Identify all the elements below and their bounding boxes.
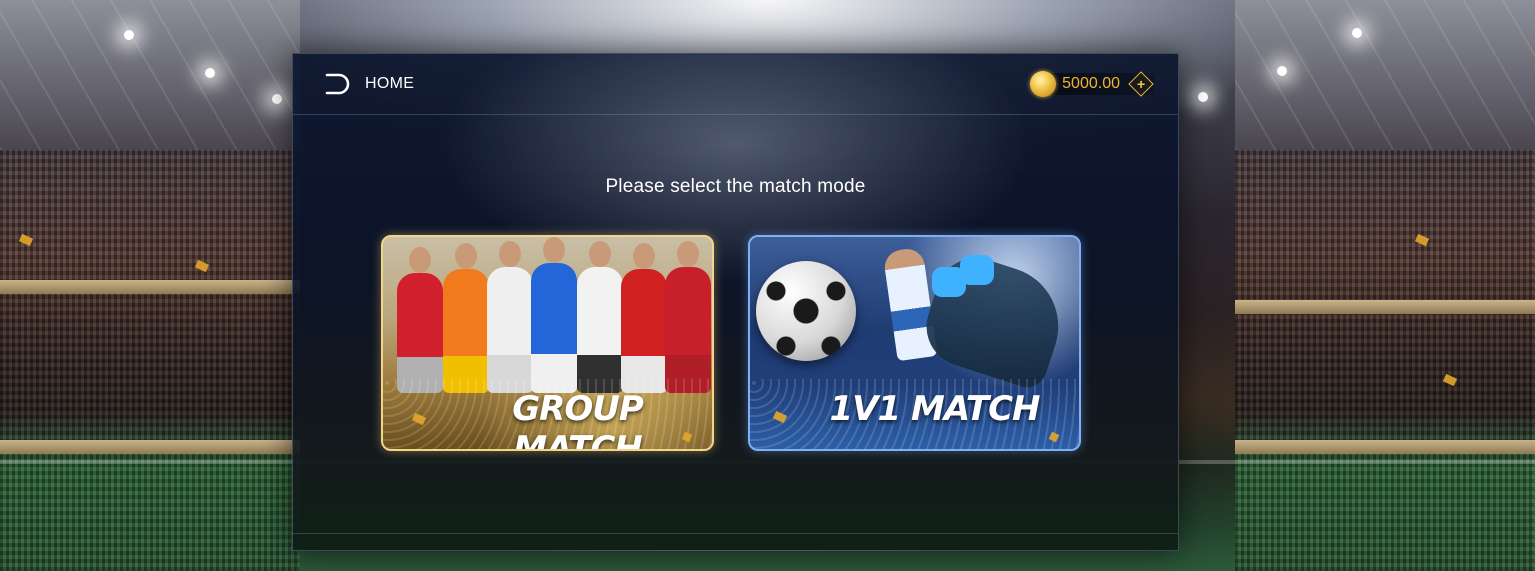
player-figure bbox=[621, 243, 667, 393]
striker-figure bbox=[882, 246, 938, 362]
floodlight bbox=[1352, 28, 1362, 38]
player-figure bbox=[487, 241, 533, 393]
match-mode-prompt: Please select the match mode bbox=[605, 176, 866, 197]
1v1-match-label: 1V1 MATCH bbox=[829, 389, 1041, 429]
plus-diamond-icon: + bbox=[1136, 76, 1146, 92]
stand-tier-left-lower bbox=[0, 440, 300, 454]
stand-tier-left bbox=[0, 280, 300, 294]
home-back-button[interactable]: HOME bbox=[323, 72, 414, 96]
stand-tier-right-lower bbox=[1235, 440, 1535, 454]
player-figure bbox=[665, 241, 711, 393]
stand-tier-right bbox=[1235, 300, 1535, 314]
player-figure bbox=[443, 243, 489, 393]
group-match-label: GROUP MATCH bbox=[512, 389, 644, 451]
player-figure bbox=[531, 237, 577, 393]
floodlight bbox=[124, 30, 134, 40]
back-arrow-icon bbox=[325, 73, 350, 95]
player-figure bbox=[577, 241, 623, 393]
floodlight bbox=[272, 94, 282, 104]
soccer-ball-image bbox=[756, 261, 856, 361]
player-figure bbox=[397, 247, 443, 393]
gold-coin-icon bbox=[1030, 71, 1057, 97]
coin-balance: 5000.00 + bbox=[1030, 71, 1154, 97]
pitch-halfway-line bbox=[293, 533, 1178, 534]
top-bar: HOME 5000.00 + bbox=[293, 54, 1178, 115]
match-mode-panel: HOME 5000.00 + Please select the match m… bbox=[292, 53, 1179, 551]
group-match-card[interactable]: GROUP MATCH bbox=[381, 235, 714, 451]
floodlight bbox=[205, 68, 215, 78]
players-lineup-image bbox=[391, 237, 711, 393]
1v1-match-card[interactable]: 1V1 MATCH bbox=[748, 235, 1081, 451]
stadium-background: HOME 5000.00 + Please select the match m… bbox=[0, 0, 1535, 571]
floodlight bbox=[1277, 66, 1287, 76]
home-label: HOME bbox=[365, 75, 415, 92]
goalkeeper-glove bbox=[960, 255, 994, 285]
stadium-roof-left bbox=[0, 0, 300, 150]
floodlight bbox=[1198, 92, 1208, 102]
